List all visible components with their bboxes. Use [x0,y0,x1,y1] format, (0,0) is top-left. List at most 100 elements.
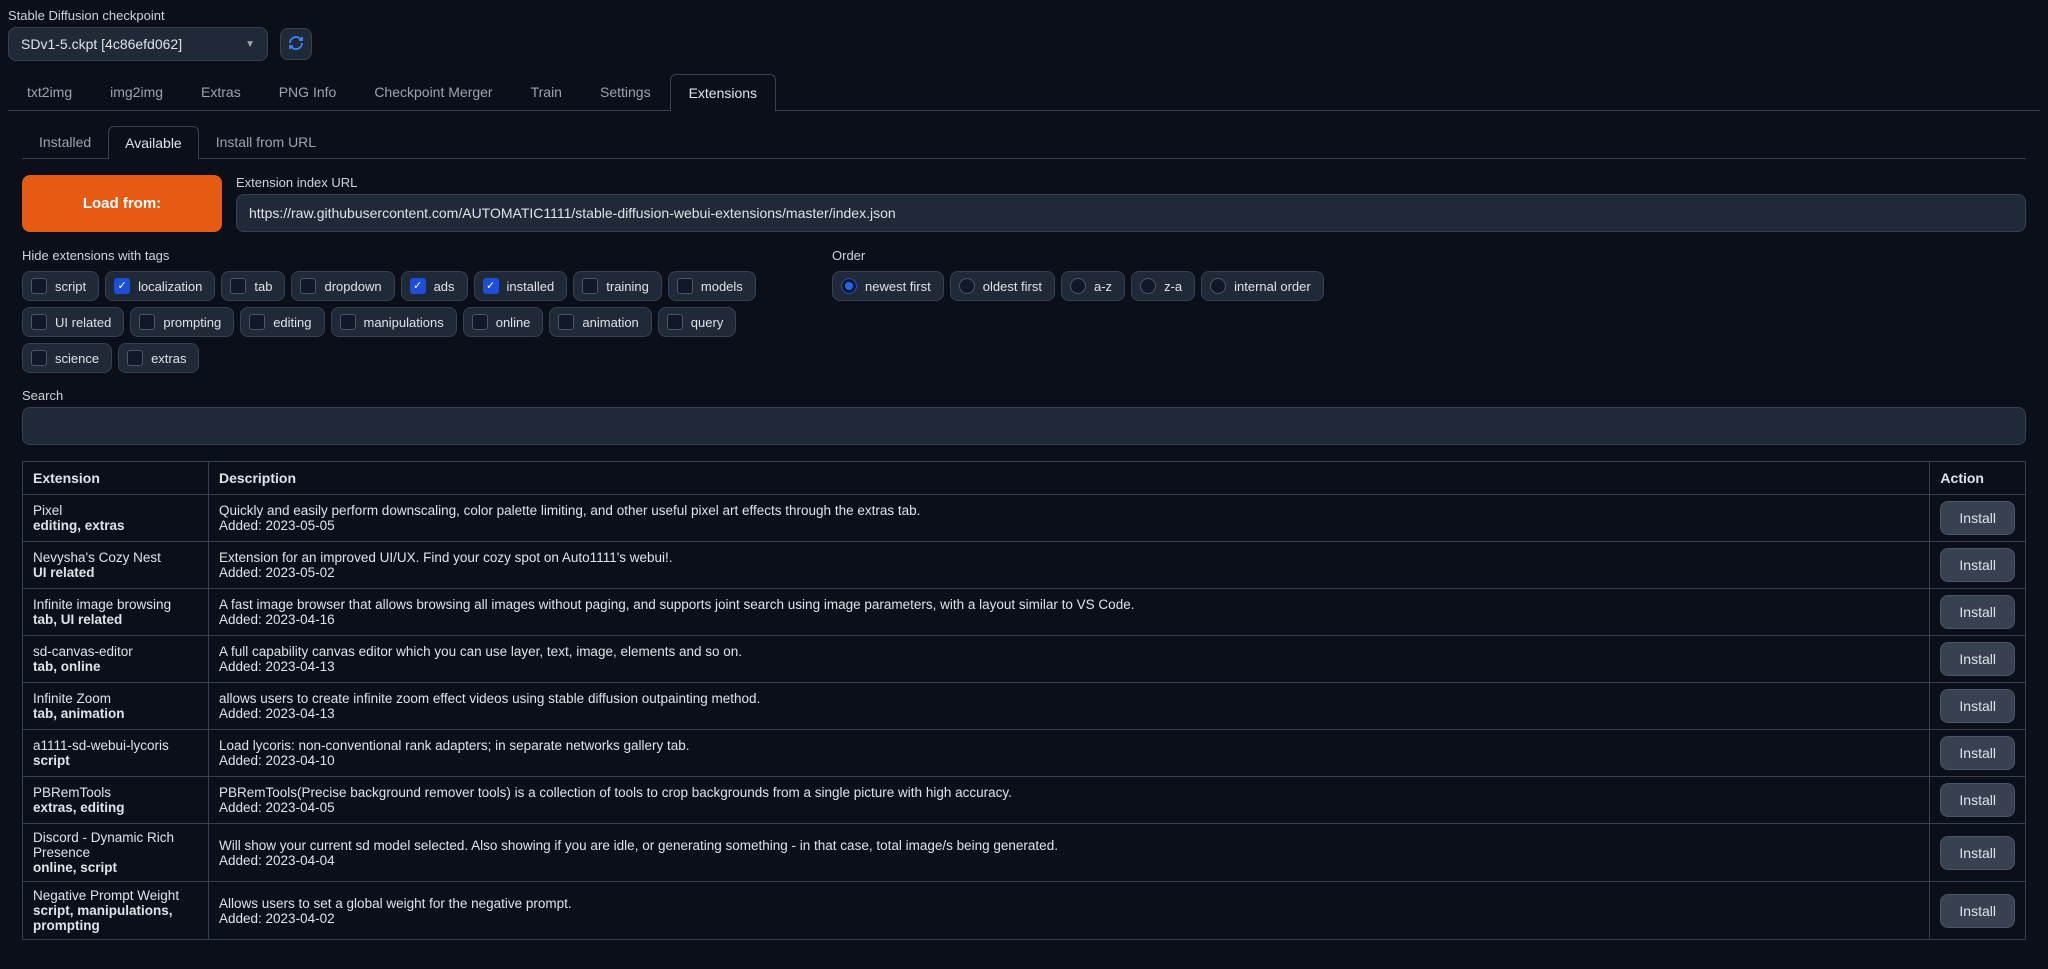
checkbox-icon [139,314,155,330]
extensions-table: Extension Description Action Pixeleditin… [22,461,2026,940]
tab-extras[interactable]: Extras [182,73,260,110]
table-row: Infinite Zoomtab, animationallows users … [23,683,2026,730]
checkpoint-label: Stable Diffusion checkpoint [8,8,2040,23]
checkbox-icon [410,278,426,294]
tag-filter-dropdown[interactable]: dropdown [291,271,394,301]
table-row: Pixelediting, extrasQuickly and easily p… [23,495,2026,542]
order-radio-group: newest firstoldest first a-z z-a internal o… [832,271,1324,301]
sub-tabs: InstalledAvailableInstall from URL [22,125,2026,159]
chip-label: extras [151,351,186,366]
checkbox-icon [114,278,130,294]
tag-filter-ads[interactable]: ads [401,271,468,301]
chip-label: query [691,315,724,330]
checkbox-icon [127,350,143,366]
radio-icon [841,278,857,294]
extension-tags: online, script [33,860,117,875]
checkbox-icon [667,314,683,330]
chip-label: installed [507,279,555,294]
install-button[interactable]: Install [1940,548,2015,582]
extension-description: Extension for an improved UI/UX. Find yo… [219,550,1919,565]
order-z-a[interactable]: z-a [1131,271,1195,301]
install-button[interactable]: Install [1940,783,2015,817]
tab-img2img[interactable]: img2img [91,73,182,110]
tag-filter-installed[interactable]: installed [474,271,568,301]
order-internal-order[interactable]: internal order [1201,271,1324,301]
tag-filter-models[interactable]: models [668,271,756,301]
load-from-button[interactable]: Load from: [22,175,222,232]
tag-filter-query[interactable]: query [658,307,737,337]
install-button[interactable]: Install [1940,836,2015,870]
tag-filter-animation[interactable]: animation [549,307,651,337]
table-row: a1111-sd-webui-lycorisscriptLoad lycoris… [23,730,2026,777]
extension-tags: extras, editing [33,800,125,815]
chevron-down-icon: ▼ [245,39,255,50]
chip-label: z-a [1164,279,1182,294]
refresh-icon [287,34,305,55]
table-row: Negative Prompt Weightscript, manipulati… [23,882,2026,940]
radio-icon [1140,278,1156,294]
order-a-z[interactable]: a-z [1061,271,1125,301]
tag-filter-science[interactable]: science [22,343,112,373]
order-newest-first[interactable]: newest first [832,271,944,301]
tab-train[interactable]: Train [512,73,581,110]
tag-filter-extras[interactable]: extras [118,343,199,373]
tag-filter-tab[interactable]: tab [221,271,285,301]
refresh-button[interactable] [280,28,312,60]
extension-description: A full capability canvas editor which yo… [219,644,1919,659]
extension-name: Infinite Zoom [33,691,198,706]
tag-filter-script[interactable]: script [22,271,99,301]
install-button[interactable]: Install [1940,501,2015,535]
extension-added: Added: 2023-04-16 [219,612,1919,627]
install-button[interactable]: Install [1940,894,2015,928]
tag-filter-localization[interactable]: localization [105,271,215,301]
subtab-available[interactable]: Available [108,126,199,159]
chip-label: a-z [1094,279,1112,294]
search-input[interactable] [22,407,2026,445]
radio-icon [1210,278,1226,294]
tab-settings[interactable]: Settings [581,73,670,110]
checkbox-icon [472,314,488,330]
install-button[interactable]: Install [1940,736,2015,770]
extension-added: Added: 2023-04-13 [219,659,1919,674]
extension-description: Will show your current sd model selected… [219,838,1919,853]
tab-txt2img[interactable]: txt2img [8,73,91,110]
tag-filter-training[interactable]: training [573,271,662,301]
subtab-install-from-url[interactable]: Install from URL [199,125,333,158]
tag-filter-online[interactable]: online [463,307,544,337]
main-tabs: txt2imgimg2imgExtrasPNG InfoCheckpoint M… [8,73,2040,111]
extension-tags: script, manipulations, prompting [33,903,173,933]
extension-added: Added: 2023-05-05 [219,518,1919,533]
tag-filter-UI-related[interactable]: UI related [22,307,124,337]
radio-icon [959,278,975,294]
checkbox-icon [677,278,693,294]
install-button[interactable]: Install [1940,595,2015,629]
order-oldest-first[interactable]: oldest first [950,271,1055,301]
extension-added: Added: 2023-04-02 [219,911,1919,926]
chip-label: training [606,279,649,294]
hide-tags-label: Hide extensions with tags [22,248,792,263]
extension-name: Infinite image browsing [33,597,198,612]
col-description: Description [209,462,1930,495]
tab-png-info[interactable]: PNG Info [260,73,356,110]
tag-filter-editing[interactable]: editing [240,307,324,337]
subtab-installed[interactable]: Installed [22,125,108,158]
extension-name: PBRemTools [33,785,198,800]
install-button[interactable]: Install [1940,642,2015,676]
chip-label: tab [254,279,272,294]
tag-filter-manipulations[interactable]: manipulations [331,307,457,337]
tag-filter-prompting[interactable]: prompting [130,307,234,337]
checkpoint-select[interactable]: SDv1-5.ckpt [4c86efd062] ▼ [8,27,268,61]
tab-extensions[interactable]: Extensions [670,74,776,111]
tab-checkpoint-merger[interactable]: Checkpoint Merger [355,73,511,110]
extension-description: allows users to create infinite zoom eff… [219,691,1919,706]
table-row: Discord - Dynamic Rich Presenceonline, s… [23,824,2026,882]
extension-index-url-input[interactable] [236,194,2026,232]
install-button[interactable]: Install [1940,689,2015,723]
table-row: sd-canvas-editortab, onlineA full capabi… [23,636,2026,683]
extension-name: Discord - Dynamic Rich Presence [33,830,198,860]
extension-added: Added: 2023-04-13 [219,706,1919,721]
extension-description: Allows users to set a global weight for … [219,896,1919,911]
tag-filter-group: scriptlocalization tab dropdownads installe… [22,271,792,373]
chip-label: internal order [1234,279,1311,294]
chip-label: editing [273,315,311,330]
